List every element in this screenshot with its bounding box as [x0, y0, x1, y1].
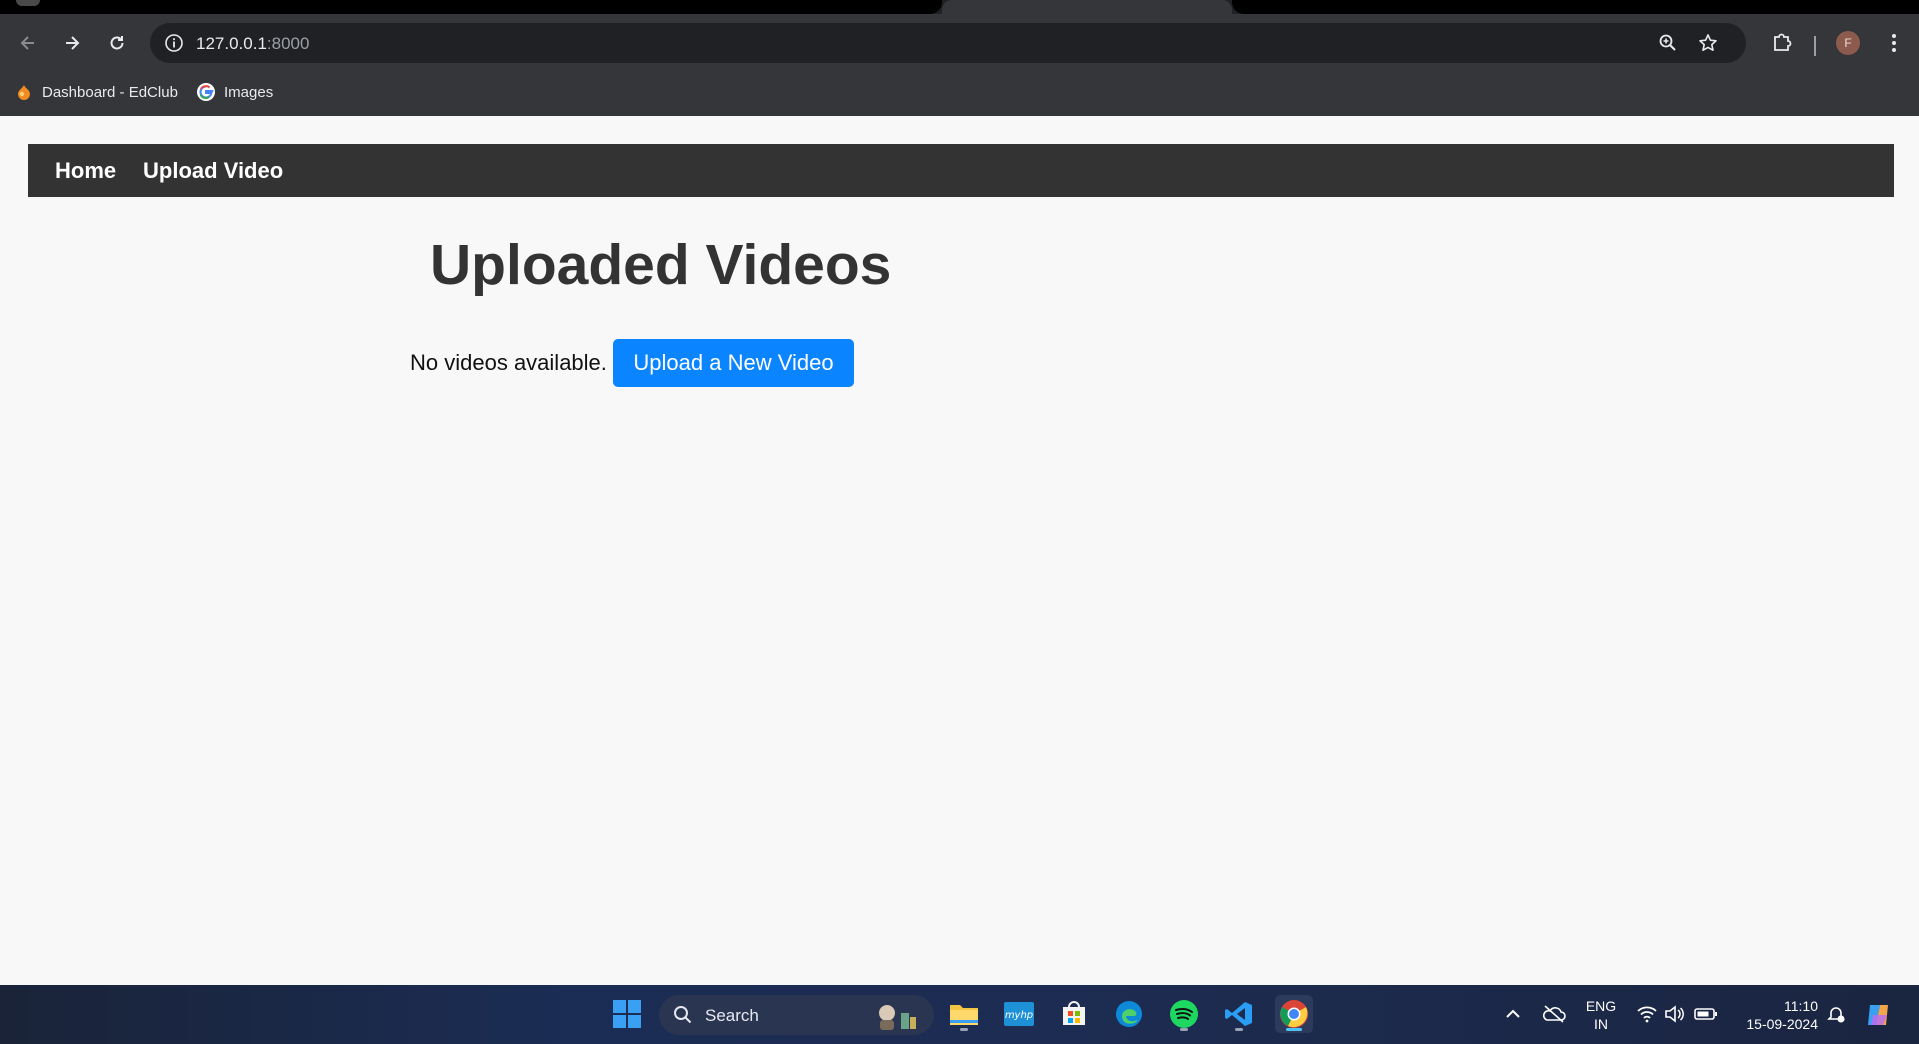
taskbar-file-explorer[interactable] — [945, 995, 983, 1033]
taskbar-spotify[interactable] — [1165, 995, 1203, 1033]
reload-button[interactable] — [102, 28, 132, 58]
start-button[interactable] — [608, 995, 646, 1033]
running-indicator — [1235, 1028, 1243, 1031]
site-info-icon[interactable] — [164, 33, 184, 53]
site-navbar: Home Upload Video — [28, 144, 1894, 197]
profile-avatar[interactable]: F — [1836, 31, 1860, 55]
search-highlight-icon — [879, 1005, 916, 1030]
store-icon — [1063, 1001, 1085, 1025]
taskbar-microsoft-store[interactable] — [1055, 995, 1093, 1033]
url-text[interactable]: 127.0.0.1:8000 — [196, 34, 309, 54]
browser-menu-icon[interactable] — [1880, 28, 1908, 58]
back-arrow-icon — [20, 36, 34, 50]
page-viewport: Home Upload Video Uploaded Videos No vid… — [0, 116, 1919, 985]
back-button[interactable] — [13, 28, 43, 58]
language-indicator[interactable]: ENG IN — [1584, 997, 1618, 1033]
volume-icon[interactable] — [1664, 1005, 1684, 1023]
extensions-puzzle-icon[interactable] — [1768, 28, 1796, 56]
folder-icon — [950, 1005, 978, 1025]
battery-icon[interactable] — [1694, 1006, 1718, 1022]
running-indicator — [960, 1028, 968, 1031]
chrome-icon — [1280, 1000, 1308, 1028]
edclub-icon — [18, 85, 30, 100]
taskbar-edge[interactable] — [1110, 995, 1148, 1033]
url-host: 127.0.0.1 — [196, 34, 267, 53]
taskbar-chrome[interactable] — [1275, 995, 1313, 1033]
taskbar-vscode[interactable] — [1220, 995, 1258, 1033]
running-indicator — [1180, 1028, 1188, 1031]
clock-date: 15-09-2024 — [1746, 1016, 1818, 1032]
upload-new-video-button[interactable]: Upload a New Video — [613, 339, 854, 387]
copilot-icon[interactable] — [1864, 1001, 1894, 1029]
nav-link-upload-video[interactable]: Upload Video — [143, 158, 283, 184]
address-bar[interactable]: 127.0.0.1:8000 — [150, 23, 1746, 63]
bookmarks-bar: Dashboard - EdClub Images — [0, 72, 1919, 116]
empty-state-message: No videos available. — [410, 350, 607, 375]
search-icon — [674, 1006, 692, 1024]
svg-text:myhp: myhp — [1005, 1010, 1033, 1021]
zoom-icon[interactable] — [1658, 33, 1678, 53]
region-code: IN — [1594, 1016, 1608, 1032]
notification-settings-icon[interactable] — [1826, 1005, 1846, 1025]
bookmark-dashboard-edclub[interactable]: Dashboard - EdClub — [14, 82, 178, 102]
toolbar-divider — [1814, 36, 1816, 56]
tab-search-button[interactable] — [16, 0, 40, 6]
forward-arrow-icon — [66, 36, 80, 50]
taskbar-search-box[interactable]: Search — [659, 995, 934, 1035]
clock[interactable]: 11:10 15-09-2024 — [1730, 997, 1818, 1033]
clock-time: 11:10 — [1784, 998, 1818, 1014]
taskbar-myhp[interactable]: myhp — [1000, 995, 1038, 1033]
url-port: :8000 — [266, 34, 310, 53]
bookmark-images[interactable]: Images — [196, 82, 273, 102]
bookmark-star-icon[interactable] — [1698, 33, 1718, 53]
taskbar: Search myhp ENG IN 11:10 15-09-2024 — [0, 985, 1919, 1044]
page-title: Uploaded Videos — [430, 233, 892, 297]
vscode-icon — [1225, 1002, 1252, 1026]
forward-button[interactable] — [57, 28, 87, 58]
browser-toolbar: 127.0.0.1:8000 F — [0, 14, 1919, 72]
search-label: Search — [705, 1006, 759, 1025]
inactive-tab-left[interactable] — [0, 0, 942, 14]
language-code: ENG — [1585, 998, 1617, 1014]
wifi-icon[interactable] — [1636, 1005, 1658, 1023]
chevron-up-icon[interactable] — [1504, 1005, 1522, 1023]
nav-link-home[interactable]: Home — [55, 158, 116, 184]
running-indicator — [1286, 1028, 1302, 1031]
edge-icon — [1116, 1001, 1142, 1027]
inactive-tab-right[interactable] — [1232, 0, 1919, 14]
spotify-icon — [1170, 1000, 1198, 1028]
bookmark-label: Images — [224, 83, 274, 101]
onedrive-icon[interactable] — [1542, 1003, 1566, 1025]
reload-icon — [110, 36, 124, 50]
google-icon — [197, 83, 215, 101]
bookmark-label: Dashboard - EdClub — [42, 83, 178, 101]
myhp-icon: myhp — [1004, 1002, 1034, 1026]
windows-logo-icon — [613, 1000, 641, 1028]
